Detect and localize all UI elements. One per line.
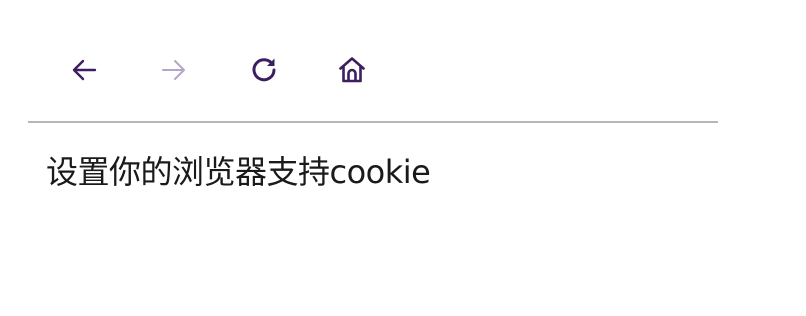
reload-icon <box>252 58 276 82</box>
home-icon <box>339 57 365 83</box>
toolbar-divider <box>28 121 718 123</box>
page: 设置你的浏览器支持cookie <box>0 0 806 316</box>
reload-button[interactable] <box>244 50 284 90</box>
forward-button[interactable] <box>154 50 194 90</box>
cookie-message: 设置你的浏览器支持cookie <box>46 153 431 191</box>
arrow-left-icon <box>72 59 97 81</box>
home-button[interactable] <box>332 50 372 90</box>
arrow-right-icon <box>162 60 185 80</box>
navigation-toolbar <box>28 40 718 104</box>
back-button[interactable] <box>64 50 104 90</box>
